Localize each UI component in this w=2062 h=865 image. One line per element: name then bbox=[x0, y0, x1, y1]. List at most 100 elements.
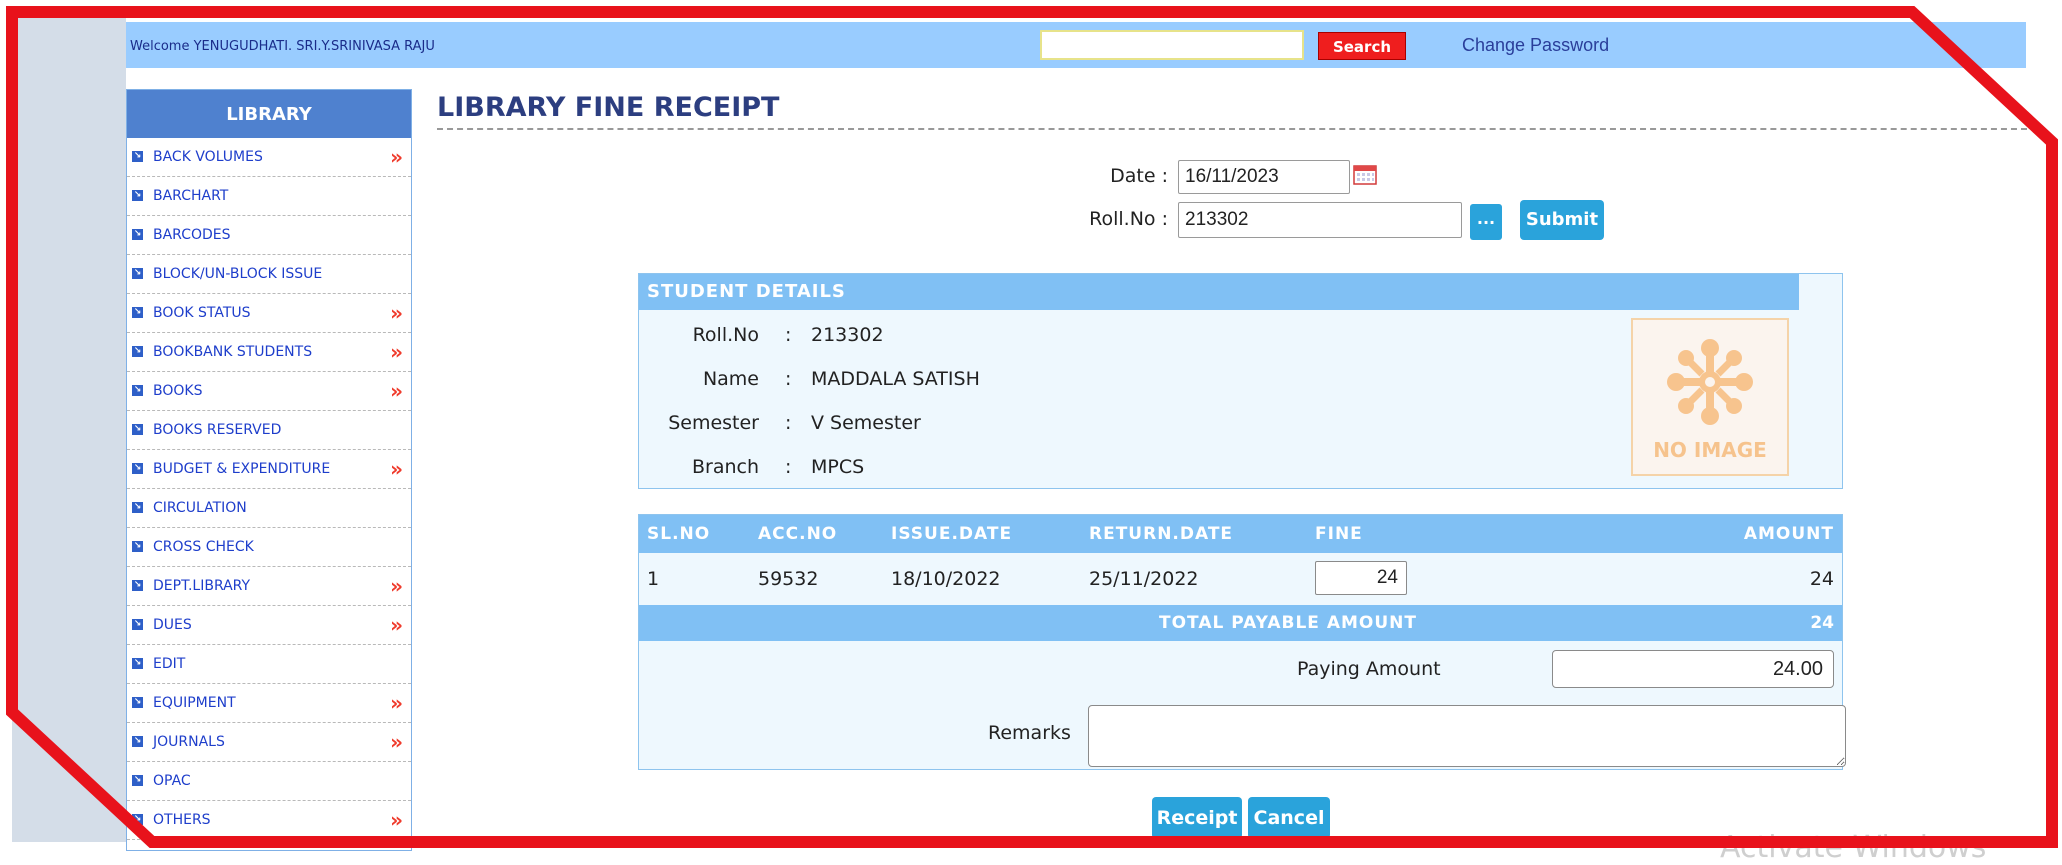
sidebar-item-barcodes[interactable]: ↘ BARCODES bbox=[127, 216, 411, 255]
submenu-arrow-icon: » bbox=[390, 379, 403, 403]
sidebar-item-cross-check[interactable]: ↘ CROSS CHECK bbox=[127, 528, 411, 567]
arrow-bullet-icon: ↘ bbox=[132, 619, 143, 630]
column-header-issue-date: ISSUE.DATE bbox=[891, 524, 1013, 544]
student-name-value: MADDALA SATISH bbox=[811, 368, 980, 390]
submenu-arrow-icon: » bbox=[390, 574, 403, 598]
sidebar-item-opac[interactable]: ↘ OPAC bbox=[127, 762, 411, 801]
change-password-link[interactable]: Change Password bbox=[1462, 35, 1609, 56]
sidebar-item-barchart[interactable]: ↘ BARCHART bbox=[127, 177, 411, 216]
submenu-arrow-icon: » bbox=[390, 613, 403, 637]
flower-placeholder-icon bbox=[1667, 339, 1753, 425]
column-header-sl-no: SL.NO bbox=[647, 524, 711, 544]
sidebar-item-dues[interactable]: ↘ DUES » bbox=[127, 606, 411, 645]
student-branch-colon: : bbox=[785, 456, 792, 478]
arrow-bullet-icon: ↘ bbox=[132, 697, 143, 708]
search-button[interactable]: Search bbox=[1318, 32, 1406, 60]
column-header-amount: AMOUNT bbox=[1743, 524, 1834, 544]
sidebar: LIBRARY ↘ BACK VOLUMES » ↘ BARCHART ↘ BARCODES… bbox=[126, 89, 412, 851]
cell-issue-date: 18/10/2022 bbox=[891, 568, 1001, 590]
student-photo-placeholder: NO IMAGE bbox=[1631, 318, 1789, 476]
arrow-bullet-icon: ↘ bbox=[132, 268, 143, 279]
arrow-bullet-icon: ↘ bbox=[132, 775, 143, 786]
sidebar-item-circulation[interactable]: ↘ CIRCULATION bbox=[127, 489, 411, 528]
roll-lookup-button[interactable]: ... bbox=[1470, 204, 1502, 240]
receipt-button[interactable]: Receipt bbox=[1152, 797, 1242, 839]
submenu-arrow-icon: » bbox=[390, 301, 403, 325]
arrow-bullet-icon: ↘ bbox=[132, 424, 143, 435]
fine-amount-field[interactable] bbox=[1315, 561, 1407, 595]
submenu-arrow-icon: » bbox=[390, 691, 403, 715]
page-title: LIBRARY FINE RECEIPT bbox=[437, 92, 780, 123]
welcome-text: Welcome YENUGUDHATI. SRI.Y.SRINIVASA RAJ… bbox=[130, 39, 435, 54]
left-gutter bbox=[12, 12, 126, 842]
sidebar-item-label: BOOKS bbox=[153, 383, 203, 399]
sidebar-item-back-volumes[interactable]: ↘ BACK VOLUMES » bbox=[127, 138, 411, 177]
fine-table-header: SL.NO ACC.NO ISSUE.DATE RETURN.DATE FINE… bbox=[639, 515, 1842, 553]
submenu-arrow-icon: » bbox=[390, 730, 403, 754]
sidebar-item-label: DEPT.LIBRARY bbox=[153, 578, 251, 594]
roll-no-label: Roll.No : bbox=[1089, 208, 1168, 230]
student-name-colon: : bbox=[785, 368, 792, 390]
student-details-panel: STUDENT DETAILS Roll.No : 213302 Name : … bbox=[638, 273, 1843, 489]
sidebar-item-label: BACK VOLUMES bbox=[153, 149, 263, 165]
sidebar-item-label: CROSS CHECK bbox=[153, 539, 254, 555]
cell-sl-no: 1 bbox=[647, 568, 660, 590]
fine-details-panel: SL.NO ACC.NO ISSUE.DATE RETURN.DATE FINE… bbox=[638, 514, 1846, 770]
submenu-arrow-icon: » bbox=[390, 145, 403, 169]
arrow-bullet-icon: ↘ bbox=[132, 307, 143, 318]
total-payable-value: 24 bbox=[1810, 613, 1834, 633]
student-semester-value: V Semester bbox=[811, 412, 921, 434]
arrow-bullet-icon: ↘ bbox=[132, 658, 143, 669]
sidebar-item-label: BUDGET & EXPENDITURE bbox=[153, 461, 331, 477]
roll-no-field[interactable] bbox=[1178, 202, 1462, 238]
student-rollno-label: Roll.No bbox=[692, 324, 759, 346]
total-payable-bar: TOTAL PAYABLE AMOUNT 24 bbox=[639, 605, 1842, 641]
cell-acc-no: 59532 bbox=[758, 568, 819, 590]
sidebar-item-equipment[interactable]: ↘ EQUIPMENT » bbox=[127, 684, 411, 723]
sidebar-menu: ↘ BACK VOLUMES » ↘ BARCHART ↘ BARCODES ↘ BLOCK/U… bbox=[127, 138, 411, 840]
sidebar-item-label: DUES bbox=[153, 617, 192, 633]
sidebar-item-dept-library[interactable]: ↘ DEPT.LIBRARY » bbox=[127, 567, 411, 606]
remarks-label: Remarks bbox=[988, 722, 1071, 744]
sidebar-item-label: BLOCK/UN-BLOCK ISSUE bbox=[153, 266, 323, 282]
sidebar-item-label: BOOK STATUS bbox=[153, 305, 251, 321]
arrow-bullet-icon: ↘ bbox=[132, 385, 143, 396]
cancel-button[interactable]: Cancel bbox=[1248, 797, 1330, 839]
sidebar-item-journals[interactable]: ↘ JOURNALS » bbox=[127, 723, 411, 762]
date-field[interactable] bbox=[1178, 160, 1350, 194]
sidebar-item-bookbank-students[interactable]: ↘ BOOKBANK STUDENTS » bbox=[127, 333, 411, 372]
sidebar-item-label: EQUIPMENT bbox=[153, 695, 236, 711]
arrow-bullet-icon: ↘ bbox=[132, 502, 143, 513]
arrow-bullet-icon: ↘ bbox=[132, 463, 143, 474]
sidebar-item-label: OPAC bbox=[153, 773, 191, 789]
submenu-arrow-icon: » bbox=[390, 340, 403, 364]
sidebar-item-budget-expenditure[interactable]: ↘ BUDGET & EXPENDITURE » bbox=[127, 450, 411, 489]
arrow-bullet-icon: ↘ bbox=[132, 346, 143, 357]
student-name-label: Name bbox=[702, 368, 759, 390]
student-details-title: STUDENT DETAILS bbox=[639, 274, 1799, 310]
student-branch-label: Branch bbox=[691, 456, 759, 478]
sidebar-item-book-status[interactable]: ↘ BOOK STATUS » bbox=[127, 294, 411, 333]
sidebar-item-label: BARCHART bbox=[153, 188, 229, 204]
column-header-return-date: RETURN.DATE bbox=[1089, 524, 1234, 544]
cell-return-date: 25/11/2022 bbox=[1089, 568, 1199, 590]
column-header-fine: FINE bbox=[1315, 524, 1363, 544]
arrow-bullet-icon: ↘ bbox=[132, 580, 143, 591]
date-label: Date : bbox=[1110, 165, 1168, 187]
sidebar-item-edit[interactable]: ↘ EDIT bbox=[127, 645, 411, 684]
sidebar-title: LIBRARY bbox=[127, 90, 411, 138]
submit-button[interactable]: Submit bbox=[1520, 200, 1604, 240]
sidebar-item-books[interactable]: ↘ BOOKS » bbox=[127, 372, 411, 411]
student-semester-colon: : bbox=[785, 412, 792, 434]
calendar-icon[interactable] bbox=[1353, 163, 1377, 185]
arrow-bullet-icon: ↘ bbox=[132, 814, 143, 825]
column-header-acc-no: ACC.NO bbox=[758, 524, 838, 544]
remarks-field[interactable] bbox=[1088, 705, 1846, 767]
paying-amount-field[interactable] bbox=[1552, 650, 1834, 688]
sidebar-item-books-reserved[interactable]: ↘ BOOKS RESERVED bbox=[127, 411, 411, 450]
sidebar-item-block-un-block-issue[interactable]: ↘ BLOCK/UN-BLOCK ISSUE bbox=[127, 255, 411, 294]
arrow-bullet-icon: ↘ bbox=[132, 541, 143, 552]
sidebar-item-others[interactable]: ↘ OTHERS » bbox=[127, 801, 411, 840]
search-input[interactable] bbox=[1040, 30, 1304, 60]
student-rollno-value: 213302 bbox=[811, 324, 884, 346]
